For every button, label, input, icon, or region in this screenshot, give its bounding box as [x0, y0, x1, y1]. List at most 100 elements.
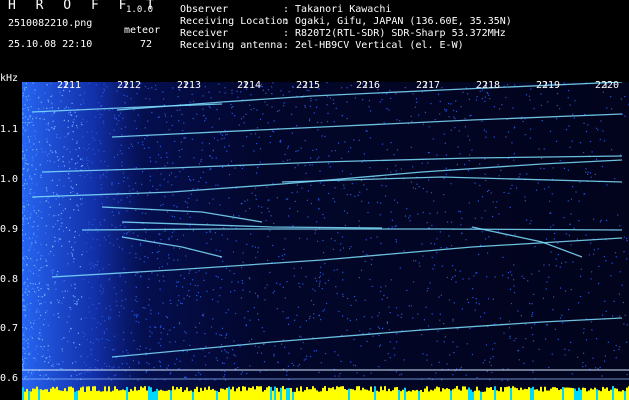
noise-dot — [455, 110, 458, 113]
noise-dot — [144, 213, 147, 215]
noise-dot — [82, 159, 84, 161]
noise-dot — [23, 255, 26, 257]
noise-dot — [266, 104, 268, 106]
noise-dot — [88, 311, 90, 313]
noise-dot — [389, 341, 391, 343]
noise-dot — [611, 262, 613, 264]
noise-dot — [166, 152, 168, 154]
noise-dot — [145, 318, 147, 320]
noise-dot — [175, 285, 178, 287]
noise-dot — [342, 315, 344, 317]
noise-dot — [561, 314, 563, 316]
noise-dot — [25, 96, 27, 98]
noise-dot — [159, 361, 161, 363]
noise-dot — [24, 116, 26, 118]
signal-bar — [212, 388, 214, 400]
noise-dot — [124, 126, 127, 128]
signal-bar — [150, 387, 152, 400]
noise-dot — [487, 298, 490, 300]
noise-dot — [81, 124, 83, 126]
noise-dot — [91, 262, 93, 264]
signal-bar — [206, 389, 208, 400]
noise-dot — [548, 186, 550, 188]
noise-dot — [582, 362, 584, 364]
noise-dot — [273, 120, 275, 122]
signal-bar — [582, 387, 584, 400]
noise-dot — [547, 101, 549, 103]
noise-dot — [47, 101, 50, 103]
noise-dot — [276, 110, 279, 113]
signal-bar — [456, 386, 458, 400]
time-label: 2211 — [57, 80, 82, 91]
noise-dot — [404, 87, 406, 89]
noise-dot — [607, 341, 609, 343]
noise-dot — [341, 236, 344, 238]
noise-dot — [294, 319, 296, 321]
noise-dot — [125, 233, 128, 235]
noise-dot — [273, 353, 275, 355]
noise-dot — [200, 160, 202, 162]
noise-dot — [105, 239, 107, 241]
noise-dot — [147, 256, 149, 259]
noise-dot — [440, 294, 442, 296]
signal-bar — [472, 391, 474, 400]
noise-dot — [272, 292, 274, 294]
noise-dot — [381, 184, 383, 187]
noise-dot — [104, 320, 106, 322]
noise-dot — [513, 292, 516, 294]
noise-dot — [56, 363, 58, 365]
noise-dot — [511, 142, 513, 144]
noise-dot — [535, 189, 538, 191]
signal-bar — [470, 389, 472, 400]
noise-dot — [205, 346, 207, 348]
noise-dot — [249, 278, 251, 280]
noise-dot — [80, 158, 82, 160]
noise-dot — [149, 335, 151, 337]
noise-dot — [481, 231, 483, 233]
noise-dot — [390, 279, 392, 281]
noise-dot — [124, 226, 126, 228]
noise-dot — [205, 181, 207, 184]
noise-dot — [62, 196, 64, 199]
noise-dot — [328, 192, 330, 195]
signal-bar — [402, 389, 404, 400]
noise-dot — [280, 90, 282, 92]
noise-dot — [69, 114, 71, 116]
noise-dot — [341, 170, 344, 172]
noise-dot — [229, 270, 231, 272]
noise-dot — [183, 277, 185, 279]
noise-dot — [94, 198, 96, 200]
noise-dot — [589, 172, 592, 174]
noise-dot — [168, 254, 170, 256]
noise-dot — [49, 359, 51, 361]
noise-dot — [291, 132, 293, 134]
noise-dot — [31, 121, 33, 124]
noise-dot — [457, 146, 459, 148]
noise-dot — [38, 311, 40, 313]
noise-dot — [457, 328, 459, 330]
noise-dot — [324, 282, 326, 284]
noise-dot — [376, 201, 379, 203]
noise-dot — [189, 283, 192, 285]
signal-bar — [284, 389, 286, 400]
noise-dot — [485, 344, 488, 346]
noise-dot — [22, 87, 24, 89]
signal-bar — [264, 390, 266, 400]
noise-dot — [350, 173, 352, 175]
noise-dot — [132, 360, 135, 362]
noise-dot — [103, 88, 105, 90]
noise-dot — [23, 236, 25, 238]
noise-dot — [24, 122, 26, 124]
noise-dot — [456, 346, 458, 348]
noise-dot — [396, 149, 399, 151]
noise-dot — [125, 281, 127, 283]
signal-bar — [328, 387, 330, 400]
noise-dot — [27, 346, 29, 348]
noise-dot — [50, 82, 52, 85]
noise-dot — [50, 302, 52, 304]
noise-dot — [118, 311, 121, 313]
noise-dot — [25, 288, 27, 290]
noise-dot — [227, 238, 229, 240]
noise-dot — [24, 291, 26, 293]
noise-dot — [533, 293, 535, 295]
